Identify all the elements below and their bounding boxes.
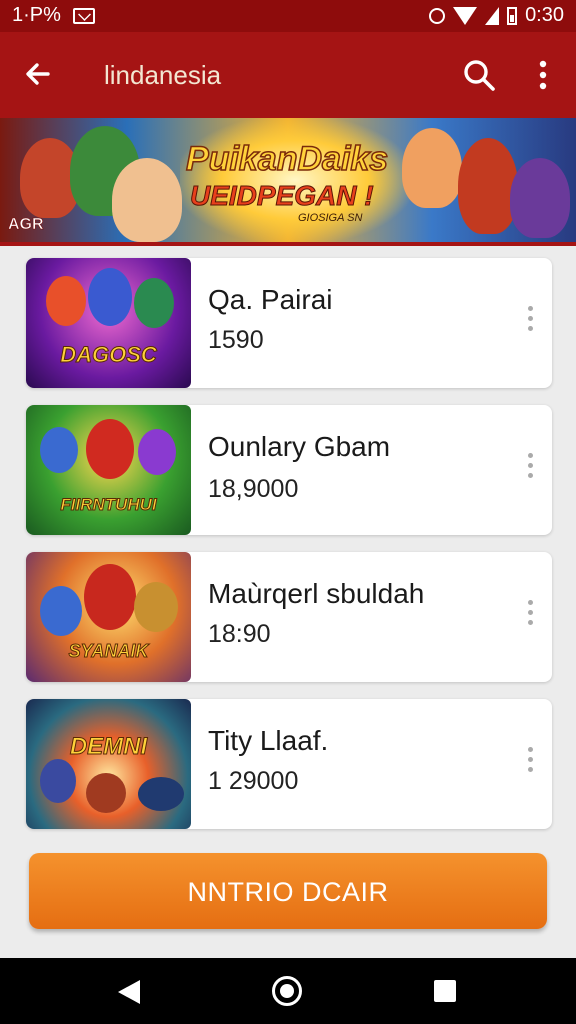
thumb-title: DAGOSC (60, 342, 158, 368)
signal-icon (485, 6, 500, 25)
nav-back-icon[interactable] (118, 980, 140, 1004)
list-item[interactable]: SYANAIK Maùrqerl sbuldah 18:90 (26, 552, 552, 682)
item-price: 1590 (208, 326, 264, 354)
thumb-character (134, 582, 178, 632)
alarm-icon (429, 7, 446, 24)
banner-character (402, 128, 462, 208)
status-bar: 1·P% 0:30 (0, 0, 576, 32)
item-name: Qa. Pairai (208, 284, 333, 315)
product-thumbnail: DAGOSC (26, 258, 191, 388)
mail-icon (72, 7, 95, 24)
product-thumbnail: FIIRNTUHUI (26, 405, 191, 535)
item-price: 18:90 (208, 620, 271, 648)
app-bar: lindanesia (0, 32, 576, 118)
thumb-character (88, 268, 132, 326)
battery-icon (507, 6, 518, 25)
thumb-character (138, 777, 184, 811)
more-vert-icon[interactable] (524, 453, 536, 481)
thumb-character (40, 759, 76, 803)
thumb-title: FIIRNTUHUI (60, 495, 157, 515)
banner-headline: PuikanDaiks (185, 139, 389, 179)
wifi-icon (453, 6, 478, 25)
item-name: Ounlary Gbam (208, 431, 391, 462)
page-title: lindanesia (104, 60, 222, 90)
arrow-left-icon[interactable] (22, 58, 54, 90)
more-vert-icon[interactable] (524, 747, 536, 775)
primary-action-button[interactable]: NNTRIO DCAIR (29, 853, 547, 929)
list-item[interactable]: FIIRNTUHUI Ounlary Gbam 18,9000 (26, 405, 552, 535)
thumb-character (46, 276, 86, 326)
banner-character (510, 158, 570, 238)
product-thumbnail: DEMNI (26, 699, 191, 829)
banner-subhead: UEIDPEGAN ! (190, 180, 375, 212)
list-item[interactable]: DEMNI Tity Llaaf. 1 29000 (26, 699, 552, 829)
search-icon[interactable] (462, 58, 496, 92)
item-price: 1 29000 (208, 767, 299, 795)
nav-recents-icon[interactable] (434, 980, 456, 1002)
more-vert-icon[interactable] (528, 58, 558, 92)
thumb-title: DEMNI (69, 733, 148, 761)
item-name: Maùrqerl sbuldah (208, 578, 425, 609)
thumb-character (84, 564, 136, 630)
nav-home-icon[interactable] (272, 976, 302, 1006)
banner-character (112, 158, 182, 242)
product-thumbnail: SYANAIK (26, 552, 191, 682)
system-nav-bar (0, 958, 576, 1024)
thumb-title: SYANAIK (68, 641, 149, 662)
thumb-character (134, 278, 174, 328)
thumb-character (86, 419, 134, 479)
thumb-character (40, 427, 78, 473)
item-price: 18,9000 (208, 475, 299, 503)
thumb-character (40, 586, 82, 636)
status-left-text: 1·P% (12, 4, 61, 26)
banner-logo: AGR (8, 216, 44, 234)
thumb-character (86, 773, 126, 813)
banner-tagline: GIOSIGA SN (298, 212, 363, 224)
more-vert-icon[interactable] (524, 600, 536, 628)
status-time: 0:30 (525, 4, 564, 26)
list-item[interactable]: DAGOSC Qa. Pairai 1590 (26, 258, 552, 388)
item-name: Tity Llaaf. (208, 725, 329, 756)
thumb-character (138, 429, 176, 475)
promo-banner[interactable]: PuikanDaiks UEIDPEGAN ! GIOSIGA SN AGR (0, 118, 576, 246)
banner-character (458, 138, 518, 234)
more-vert-icon[interactable] (524, 306, 536, 334)
